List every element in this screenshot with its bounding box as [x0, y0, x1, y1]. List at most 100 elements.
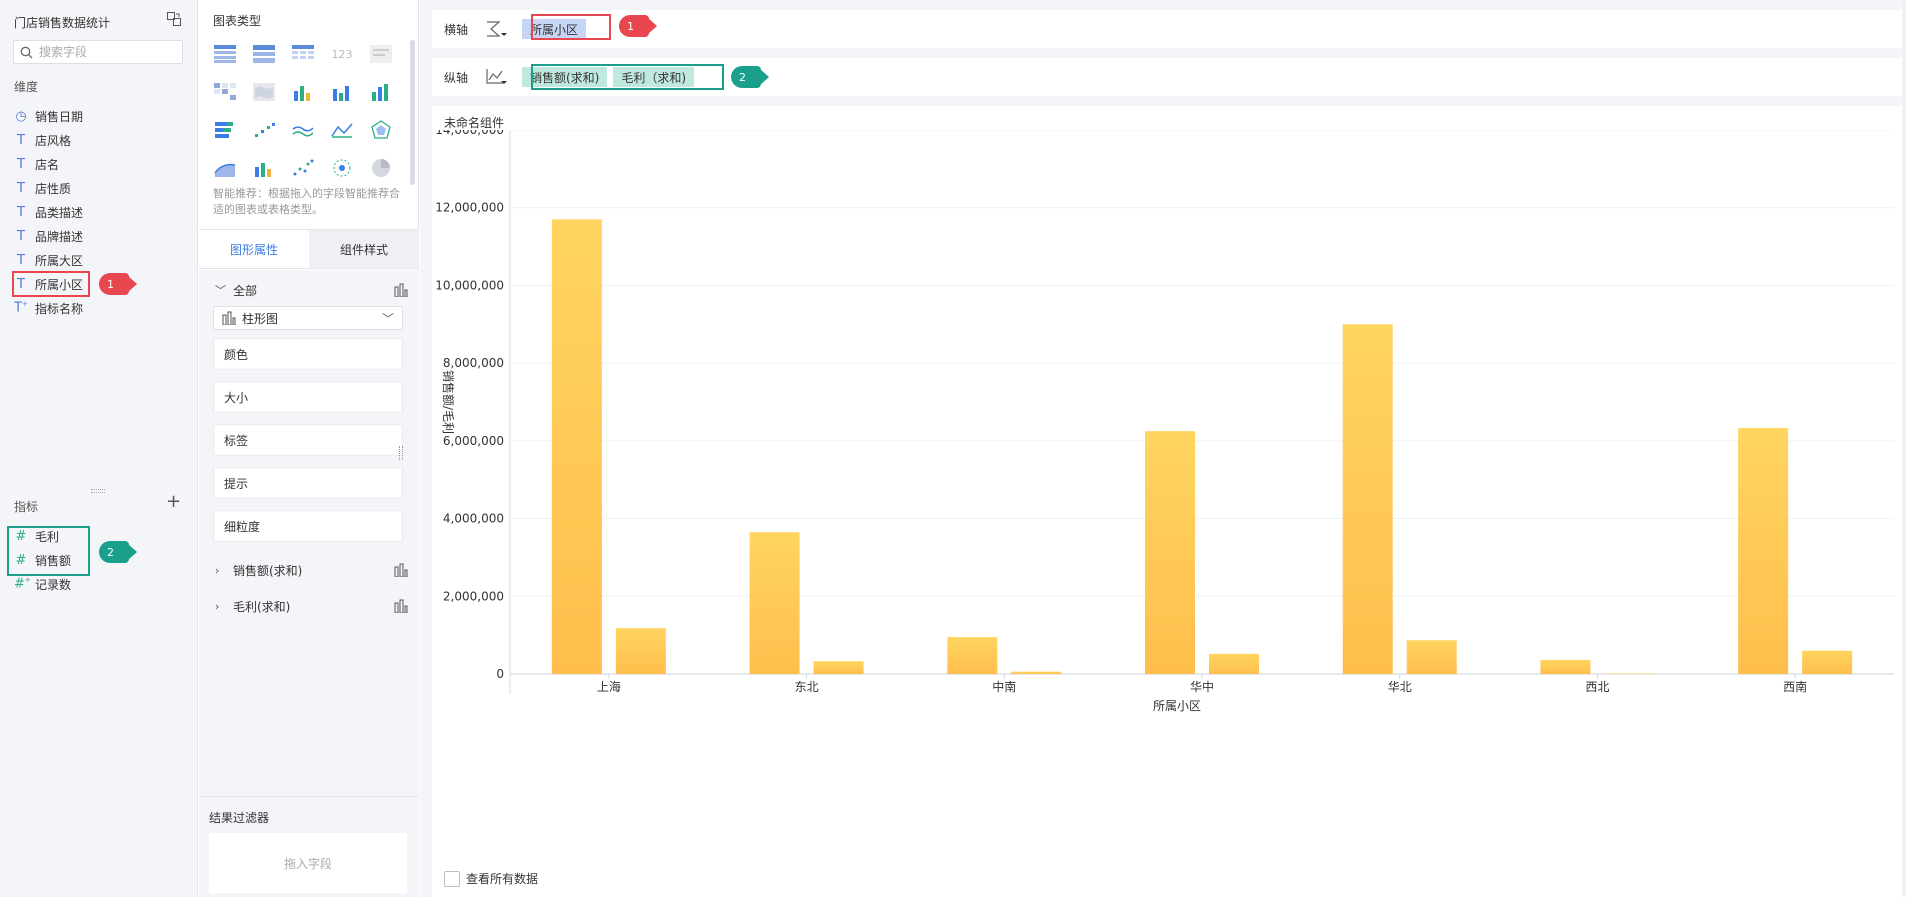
bubble-chart-icon[interactable]	[328, 154, 356, 182]
grouped-table-icon[interactable]	[211, 40, 239, 68]
dimension-item[interactable]: T 所属大区	[14, 248, 184, 272]
bar-profit	[813, 661, 864, 674]
x-tick-label: 上海	[597, 679, 621, 694]
label-property[interactable]: 标签	[213, 424, 403, 456]
dimension-label: 品类描述	[35, 205, 84, 220]
y-tick-label: 0	[496, 667, 504, 681]
bar-chart-small-icon	[394, 563, 408, 577]
annotation-badge-1: 1	[619, 15, 657, 37]
tab-graphic-properties[interactable]: 图形属性	[199, 230, 309, 268]
show-all-checkbox[interactable]	[444, 870, 460, 887]
annotation-badge-2: 2	[731, 66, 769, 88]
text-card-icon[interactable]	[367, 40, 395, 68]
bar-sales	[551, 219, 602, 674]
granularity-property[interactable]: 细粒度	[213, 510, 403, 542]
chart-config-panel: 图表类型 123 智能推荐：根据拖入的字段智能推荐合适的图表或表格类型。 图形属…	[199, 0, 419, 897]
dimension-label: 店名	[35, 157, 60, 172]
add-measure-icon[interactable]: +	[166, 493, 181, 511]
y-tick-label: 2,000,000	[443, 589, 504, 603]
radar-chart-icon[interactable]	[367, 116, 395, 144]
axis-sort-icon[interactable]	[480, 17, 512, 41]
x-tick-label: 西北	[1585, 680, 1609, 694]
series-row-profit[interactable]: › 毛利(求和)	[215, 596, 410, 616]
search-input[interactable]	[39, 45, 169, 59]
kpi-number-icon[interactable]: 123	[328, 40, 356, 68]
y-tick-label: 14,000,000	[435, 130, 504, 137]
dimension-item[interactable]: T 品类描述	[14, 200, 184, 224]
result-filter: 结果过滤器 拖入字段	[199, 796, 419, 897]
smart-recommend-hint: 智能推荐：根据拖入的字段智能推荐合适的图表或表格类型。	[213, 187, 400, 216]
calculated-text-icon: T+	[14, 300, 28, 316]
x-tick-label: 西南	[1783, 679, 1807, 694]
dimension-item[interactable]: T+ 指标名称	[14, 296, 184, 320]
pie-chart-icon[interactable]	[367, 154, 395, 182]
text-type-icon: T	[17, 252, 25, 268]
series-label: 毛利(求和)	[233, 599, 291, 614]
dimension-item[interactable]: T 店风格	[14, 128, 184, 152]
bar-chart: 0 2,000,000 4,000,000 6,000,000 8,000,000 10,…	[435, 130, 1894, 713]
chart-type-value: 柱形图	[242, 311, 279, 326]
dimension-item[interactable]: T 店性质	[14, 176, 184, 200]
highlight-box-red	[12, 271, 90, 297]
chevron-down-icon: ﹀	[381, 311, 394, 326]
column-chart-icon[interactable]	[367, 78, 395, 106]
chart-types-scrollbar[interactable]	[410, 40, 415, 185]
switch-dataset-icon[interactable]	[166, 11, 182, 27]
y-tick-label: 10,000,000	[435, 278, 504, 292]
scatter-chart-icon[interactable]	[289, 154, 317, 182]
bar-profit	[1604, 673, 1655, 674]
bar-sales	[1145, 431, 1195, 674]
clock-icon: ◷	[15, 108, 27, 124]
dimension-item[interactable]: T 店名	[14, 152, 184, 176]
app-root: 门店销售数据统计 维度 ◷ 销售日期 T 店风格 T 店名 T 店性质	[0, 0, 1906, 897]
y-tick-label: 8,000,000	[443, 356, 504, 370]
bar-line-combo-icon[interactable]	[250, 154, 278, 182]
chevron-down-icon: ﹀	[215, 284, 226, 297]
bar-sales	[1342, 324, 1393, 674]
size-property[interactable]: 大小	[213, 381, 403, 413]
area-chart-icon[interactable]	[211, 154, 239, 182]
dimension-item[interactable]: ◷ 销售日期	[14, 104, 184, 128]
field-search[interactable]	[13, 40, 183, 64]
multi-bar-icon[interactable]	[289, 78, 317, 106]
panel-resize-handle[interactable]	[399, 446, 403, 460]
scatter-step-icon[interactable]	[250, 116, 278, 144]
map-icon[interactable]	[250, 78, 278, 106]
y-axis-title: 销售额/毛利	[441, 370, 456, 434]
search-icon	[20, 46, 33, 58]
tooltip-property[interactable]: 提示	[213, 467, 403, 499]
filter-drop-zone[interactable]: 拖入字段	[209, 833, 407, 893]
bar-sales	[947, 637, 998, 674]
y-tick-label: 6,000,000	[443, 434, 504, 448]
chart-type-select[interactable]: 柱形图 ﹀	[213, 306, 403, 330]
workspace-scrollbar[interactable]	[1902, 0, 1906, 897]
bar-chart-icon[interactable]	[328, 78, 356, 106]
axis-chart-icon[interactable]	[480, 65, 512, 89]
dimension-label: 品牌描述	[35, 229, 84, 244]
all-series-row[interactable]: ﹀ 全部	[215, 280, 410, 300]
line-chart-icon[interactable]	[289, 116, 317, 144]
dimensions-label: 维度	[14, 80, 39, 94]
tab-component-style[interactable]: 组件样式	[309, 230, 419, 268]
series-row-sales[interactable]: › 销售额(求和)	[215, 560, 410, 580]
dimension-item[interactable]: T 品牌描述	[14, 224, 184, 248]
calculated-number-icon: #+	[14, 576, 31, 592]
cross-table-icon[interactable]	[250, 40, 278, 68]
highlight-box-red	[531, 14, 611, 40]
x-axis-label: 横轴	[444, 22, 469, 37]
color-property[interactable]: 颜色	[213, 338, 403, 370]
annotation-badge-1: 1	[99, 273, 137, 295]
heatmap-table-icon[interactable]	[211, 78, 239, 106]
chart-type-grid: 123	[211, 40, 406, 182]
component-title[interactable]: 未命名组件	[444, 114, 504, 131]
area-line-icon[interactable]	[328, 116, 356, 144]
show-all-data[interactable]: 查看所有数据	[444, 870, 538, 887]
bar-profit	[615, 628, 666, 674]
property-tabs: 图形属性 组件样式	[199, 229, 419, 269]
stacked-bar-icon[interactable]	[211, 116, 239, 144]
panel-split-handle[interactable]	[91, 489, 105, 493]
text-type-icon: T	[17, 132, 25, 148]
dimension-label: 所属大区	[35, 253, 84, 268]
detail-table-icon[interactable]	[289, 40, 317, 68]
bar-profit	[1802, 650, 1853, 674]
